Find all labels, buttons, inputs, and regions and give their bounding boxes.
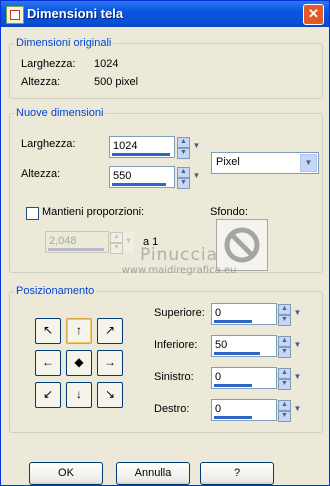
top-label: Superiore: <box>154 307 205 319</box>
window-title: Dimensioni tela <box>27 6 124 21</box>
chevron-down-icon[interactable]: ▼ <box>292 368 303 388</box>
ok-button[interactable]: OK <box>29 462 103 485</box>
new-height-input[interactable]: 550 <box>109 166 175 188</box>
spin-down-icon[interactable]: ▼ <box>278 379 291 390</box>
background-label: Sfondo: <box>210 206 248 218</box>
anchor-bottom-button[interactable]: ↓ <box>66 382 92 408</box>
anchor-top-left-button[interactable]: ↖ <box>35 318 61 344</box>
spin-up-icon[interactable]: ▲ <box>177 137 190 148</box>
chevron-down-icon[interactable]: ▼ <box>292 304 303 324</box>
spin-down-icon[interactable]: ▼ <box>278 315 291 326</box>
left-input[interactable]: 0 <box>211 367 277 389</box>
unit-select[interactable]: Pixel ▼ <box>211 152 319 174</box>
left-spinner[interactable]: 0 ▲ ▼ ▼ <box>211 367 303 390</box>
left-label: Sinistro: <box>154 371 194 383</box>
ratio-input: 2,048 <box>45 231 109 253</box>
anchor-bottom-left-button[interactable]: ↙ <box>35 382 61 408</box>
spin-up-icon[interactable]: ▲ <box>177 167 190 178</box>
chevron-down-icon[interactable]: ▼ <box>191 137 202 157</box>
bottom-input[interactable]: 50 <box>211 335 277 357</box>
right-input[interactable]: 0 <box>211 399 277 421</box>
anchor-bottom-right-button[interactable]: ↘ <box>97 382 123 408</box>
anchor-top-right-button[interactable]: ↗ <box>97 318 123 344</box>
app-icon <box>6 6 24 24</box>
original-height-value: 500 pixel <box>94 76 139 88</box>
bottom-label: Inferiore: <box>154 339 198 351</box>
spin-down-icon[interactable]: ▼ <box>177 148 190 159</box>
original-height-label: Altezza: <box>21 76 61 88</box>
anchor-center-button[interactable]: ◆ <box>66 350 92 376</box>
bottom-spinner[interactable]: 50 ▲ ▼ ▼ <box>211 335 303 358</box>
canvas-size-dialog: Dimensioni tela ✕ Dimensioni originali L… <box>0 0 330 486</box>
new-height-spinner[interactable]: 550 ▲ ▼ ▼ <box>109 166 202 189</box>
help-button[interactable]: ? <box>200 462 274 485</box>
new-width-label: Larghezza: <box>21 138 76 150</box>
spin-up-icon[interactable]: ▲ <box>278 368 291 379</box>
keep-proportions-label[interactable]: Mantieni proporzioni: <box>42 206 144 218</box>
anchor-right-button[interactable]: → <box>97 350 123 376</box>
new-height-label: Altezza: <box>21 168 61 180</box>
spin-up-icon[interactable]: ▲ <box>278 304 291 315</box>
new-dimensions-legend: Nuove dimensioni <box>16 107 104 119</box>
new-width-input[interactable]: 1024 <box>109 136 175 158</box>
anchor-left-button[interactable]: ← <box>35 350 61 376</box>
chevron-down-icon[interactable]: ▼ <box>292 400 303 420</box>
spin-down-icon[interactable]: ▼ <box>177 178 190 189</box>
original-width-label: Larghezza: <box>21 58 76 70</box>
chevron-down-icon[interactable]: ▼ <box>300 154 317 172</box>
spin-up-icon[interactable]: ▲ <box>278 400 291 411</box>
chevron-down-icon[interactable]: ▼ <box>191 167 202 187</box>
watermark: Pinuccia www.maidiregrafica.eu <box>109 245 249 276</box>
positioning-legend: Posizionamento <box>16 285 95 297</box>
cancel-button[interactable]: Annulla <box>116 462 190 485</box>
original-dimensions-legend: Dimensioni originali <box>16 37 112 49</box>
spin-down-icon[interactable]: ▼ <box>278 347 291 358</box>
close-button[interactable]: ✕ <box>303 4 324 25</box>
watermark-name: Pinuccia <box>140 245 218 265</box>
original-width-value: 1024 <box>94 58 119 70</box>
spin-up-icon: ▲ <box>110 232 123 243</box>
watermark-url: www.maidiregrafica.eu <box>121 265 237 276</box>
top-input[interactable]: 0 <box>211 303 277 325</box>
right-label: Destro: <box>154 403 190 415</box>
spin-up-icon[interactable]: ▲ <box>278 336 291 347</box>
new-width-spinner[interactable]: 1024 ▲ ▼ ▼ <box>109 136 202 159</box>
chevron-down-icon[interactable]: ▼ <box>292 336 303 356</box>
top-spinner[interactable]: 0 ▲ ▼ ▼ <box>211 303 303 326</box>
anchor-top-button[interactable]: ↑ <box>66 318 92 344</box>
right-spinner[interactable]: 0 ▲ ▼ ▼ <box>211 399 303 422</box>
title-bar[interactable]: Dimensioni tela ✕ <box>1 1 329 27</box>
unit-select-value: Pixel <box>216 156 240 168</box>
keep-proportions-checkbox[interactable] <box>26 207 39 220</box>
spin-down-icon[interactable]: ▼ <box>278 411 291 422</box>
